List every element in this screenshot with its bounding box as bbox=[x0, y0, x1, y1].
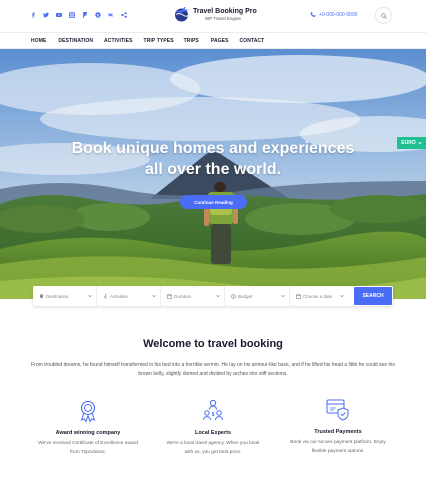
search-button[interactable] bbox=[375, 7, 392, 24]
welcome-text: From troubled dreams, he found himself t… bbox=[31, 362, 395, 377]
activities-label: Activities bbox=[110, 293, 128, 299]
chevron-down-icon bbox=[88, 294, 92, 298]
nav-pages[interactable]: PAGES bbox=[211, 38, 229, 44]
budget-icon: $ bbox=[231, 293, 236, 299]
calendar-icon bbox=[167, 294, 172, 299]
instagram-icon[interactable] bbox=[69, 12, 75, 18]
feature-experts-desc: We're a local travel agency. When you bo… bbox=[148, 439, 278, 457]
foursquare-icon[interactable] bbox=[82, 12, 88, 18]
search-icon bbox=[380, 12, 387, 19]
hero-title: Book unique homes and experiences all ov… bbox=[0, 138, 426, 180]
budget-select[interactable]: $ Budget bbox=[225, 286, 290, 306]
date-select[interactable]: Choose a date bbox=[290, 286, 348, 306]
payment-icon bbox=[326, 399, 349, 421]
svg-text:$: $ bbox=[212, 412, 215, 418]
twitter-icon[interactable] bbox=[43, 12, 49, 18]
skype-icon[interactable]: S bbox=[95, 12, 101, 18]
duration-label: Duration bbox=[174, 293, 192, 299]
youtube-icon[interactable] bbox=[56, 12, 62, 18]
nav-trips[interactable]: TRIPS bbox=[184, 38, 199, 44]
budget-label: Budget bbox=[238, 293, 253, 299]
feature-local-experts: $ Local Experts We're a local travel age… bbox=[148, 398, 278, 457]
nav-destination[interactable]: DESTINATION bbox=[58, 38, 93, 44]
chevron-down-icon bbox=[417, 141, 422, 145]
activities-select[interactable]: Activities bbox=[97, 286, 161, 306]
welcome-title: Welcome to travel booking bbox=[143, 338, 283, 350]
feature-payments-desc-line2: flexible payment options. bbox=[311, 449, 365, 454]
feature-experts-desc-line1: We're a local travel agency. When you bo… bbox=[166, 441, 260, 446]
date-label: Choose a date bbox=[303, 293, 333, 299]
hero-title-line2: all over the world. bbox=[144, 161, 282, 178]
award-icon bbox=[80, 400, 96, 423]
duration-select[interactable]: Duration bbox=[161, 286, 225, 306]
search-submit-button[interactable]: SEARCH bbox=[354, 287, 392, 305]
calendar-icon bbox=[296, 294, 301, 299]
continue-reading-button[interactable]: Continue Reading bbox=[180, 195, 247, 209]
feature-award-title: Award winning company bbox=[55, 430, 121, 436]
nav-home[interactable]: HOME bbox=[31, 38, 46, 44]
feature-trusted-payments: Trusted Payments Book via our secure pay… bbox=[273, 397, 403, 456]
destination-select[interactable]: Destination bbox=[33, 286, 97, 306]
nav-activities[interactable]: ACTIVITIES bbox=[104, 38, 133, 44]
phone-icon bbox=[310, 12, 316, 17]
feature-experts-title: Local Experts bbox=[194, 430, 232, 436]
chevron-down-icon bbox=[216, 294, 220, 298]
activity-icon bbox=[103, 293, 108, 299]
feature-award-desc-line1: We've received Certificate of Excellence… bbox=[38, 441, 138, 446]
hero-title-line1: Book unique homes and experiences bbox=[71, 140, 355, 157]
chevron-down-icon bbox=[340, 294, 344, 298]
vk-icon[interactable] bbox=[108, 12, 114, 18]
chevron-down-icon bbox=[281, 294, 285, 298]
logo-title: Travel Booking Pro bbox=[193, 7, 257, 15]
currency-switcher[interactable]: EURO bbox=[397, 137, 426, 149]
hero-section: Book unique homes and experiences all ov… bbox=[0, 49, 426, 299]
facebook-icon[interactable] bbox=[30, 12, 36, 18]
top-bar: S Travel Booking Pro WP Travel Engine +0… bbox=[0, 0, 426, 32]
destination-label: Destination bbox=[46, 293, 69, 299]
map-pin-icon bbox=[39, 293, 44, 299]
svg-text:S: S bbox=[97, 12, 100, 17]
share-icon[interactable] bbox=[121, 12, 127, 18]
feature-award-desc-line2: from TripAdvisor. bbox=[70, 450, 106, 455]
feature-payments-desc: Book via our secure payment platform. En… bbox=[273, 438, 403, 456]
feature-experts-desc-line2: with us, you get best price. bbox=[184, 450, 242, 455]
social-links: S bbox=[30, 12, 127, 18]
site-logo[interactable]: Travel Booking Pro WP Travel Engine bbox=[173, 6, 257, 23]
feature-payments-title: Trusted Payments bbox=[314, 429, 362, 435]
main-nav: HOME DESTINATION ACTIVITIES TRIP TYPES T… bbox=[0, 32, 426, 49]
currency-label: EURO bbox=[401, 140, 416, 146]
phone-number: +0-000-000-0000 bbox=[319, 12, 358, 18]
logo-subtitle: WP Travel Engine bbox=[205, 15, 241, 21]
feature-award: Award winning company We've received Cer… bbox=[23, 398, 153, 457]
svg-text:$: $ bbox=[233, 294, 235, 298]
experts-icon: $ bbox=[203, 399, 223, 421]
nav-contact[interactable]: CONTACT bbox=[240, 38, 265, 44]
feature-award-desc: We've received Certificate of Excellence… bbox=[23, 439, 153, 457]
trip-search-form: Destination Activities Duration $ Budget… bbox=[33, 286, 393, 306]
phone-link[interactable]: +0-000-000-0000 bbox=[310, 12, 358, 18]
logo-globe-icon bbox=[175, 7, 189, 22]
nav-trip-types[interactable]: TRIP TYPES bbox=[144, 38, 174, 44]
chevron-down-icon bbox=[152, 294, 156, 298]
feature-payments-desc-line1: Book via our secure payment platform. En… bbox=[290, 440, 386, 445]
